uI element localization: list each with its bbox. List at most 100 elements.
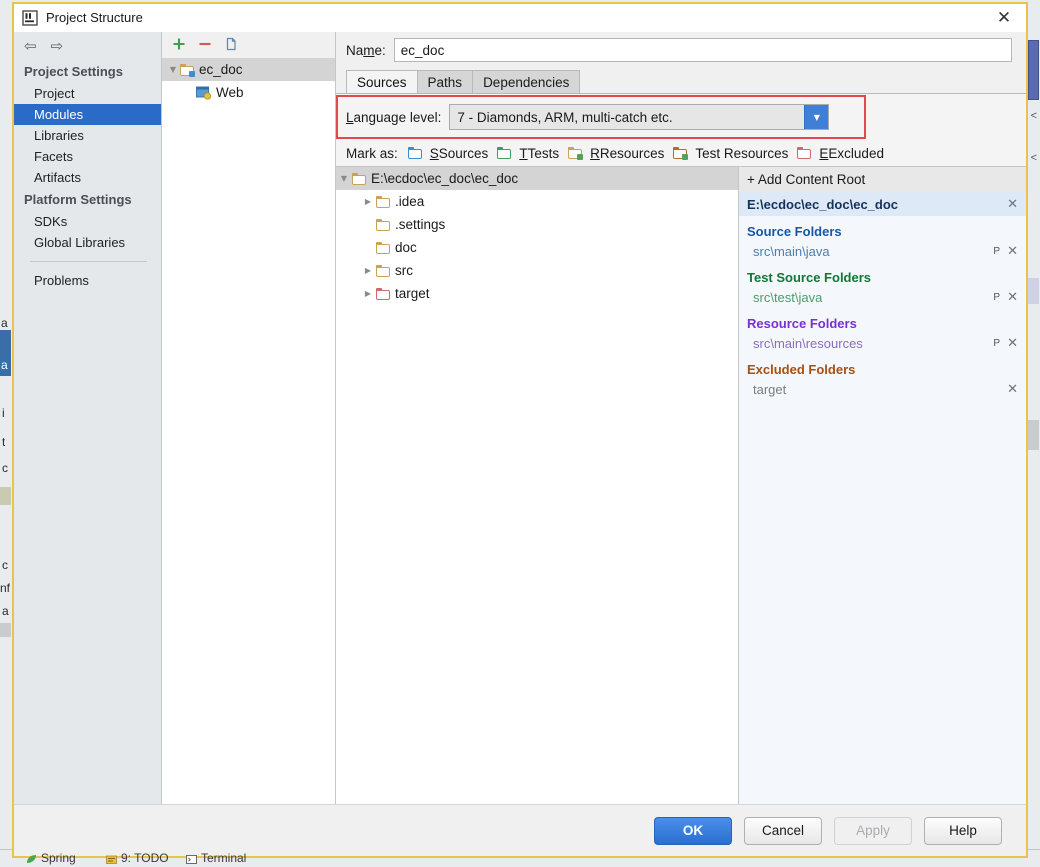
- collapse-triangle-icon[interactable]: ▼: [166, 65, 180, 74]
- tab-sources[interactable]: Sources: [346, 70, 418, 94]
- remove-content-root-icon[interactable]: ✕: [1007, 198, 1018, 211]
- modules-tree: ▼ ec_doc Web: [162, 58, 335, 804]
- sidebar-item-facets[interactable]: Facets: [14, 146, 161, 167]
- bg-highlight-block: [0, 623, 11, 637]
- resource-folder-row[interactable]: src\main\resources P ✕: [739, 332, 1026, 354]
- back-arrow-icon[interactable]: ⇦: [24, 38, 37, 54]
- file-tree-label: E:\ecdoc\ec_doc\ec_doc: [371, 171, 519, 186]
- sidebar-item-modules[interactable]: Modules: [14, 104, 161, 125]
- status-item-todo[interactable]: 9: TODO: [121, 851, 169, 865]
- file-tree-row-target[interactable]: ▶ target: [336, 282, 738, 305]
- language-level-label: Language level:: [346, 109, 442, 125]
- file-tree-row-doc[interactable]: doc: [336, 236, 738, 259]
- tab-paths[interactable]: Paths: [416, 70, 474, 94]
- editor-scrollbar-thumb[interactable]: [1028, 40, 1039, 100]
- excluded-folder-row[interactable]: target ✕: [739, 378, 1026, 400]
- module-label: ec_doc: [199, 62, 243, 77]
- resource-folder-path: src\main\resources: [753, 335, 863, 351]
- status-item-spring[interactable]: Spring: [41, 851, 76, 865]
- cancel-button[interactable]: Cancel: [744, 816, 822, 845]
- mark-as-resources-button[interactable]: RResources: [568, 146, 664, 161]
- intellij-logo-icon: [22, 9, 38, 26]
- source-folder-row[interactable]: src\main\java P ✕: [739, 240, 1026, 262]
- status-item-terminal[interactable]: Terminal: [201, 851, 246, 865]
- content-root-path: E:\ecdoc\ec_doc\ec_doc: [747, 196, 899, 212]
- file-tree-label: .idea: [395, 194, 425, 209]
- close-icon[interactable]: ✕: [990, 7, 1018, 29]
- web-facet-icon: [196, 86, 212, 100]
- expand-triangle-icon[interactable]: ▼: [336, 174, 352, 183]
- tab-dependencies[interactable]: Dependencies: [472, 70, 581, 94]
- excluded-folder-icon: [797, 147, 812, 159]
- add-module-icon[interactable]: [172, 37, 186, 53]
- file-tree-label: doc: [395, 240, 417, 255]
- file-tree-row-settings[interactable]: .settings: [336, 213, 738, 236]
- bg-fragment: c: [2, 558, 8, 572]
- dialog-body: ⇦ ⇨ Project Settings Project Modules Lib…: [14, 32, 1026, 804]
- folder-icon: [376, 218, 390, 231]
- todo-icon: [106, 853, 117, 864]
- mark-as-tests-label: Tests: [527, 145, 560, 161]
- help-button[interactable]: Help: [924, 816, 1002, 845]
- add-content-root-button[interactable]: + Add Content Root: [739, 167, 1026, 192]
- expand-triangle-icon[interactable]: ▶: [360, 266, 376, 275]
- bg-fragment: i: [2, 406, 5, 420]
- mark-as-test-resources-button[interactable]: Test Resources: [673, 146, 788, 161]
- expand-triangle-icon[interactable]: ▶: [360, 289, 376, 298]
- folder-properties-icon[interactable]: P: [993, 246, 1000, 257]
- chevron-down-icon[interactable]: ▼: [804, 105, 829, 129]
- sidebar-item-libraries[interactable]: Libraries: [14, 125, 161, 146]
- remove-folder-icon[interactable]: ✕: [1007, 291, 1018, 304]
- module-tree-item-ec-doc[interactable]: ▼ ec_doc: [162, 58, 335, 81]
- spring-leaf-icon: [26, 853, 37, 864]
- content-area: ▼ E:\ecdoc\ec_doc\ec_doc ▶ .idea .settin…: [336, 166, 1026, 804]
- bg-highlight-block: [0, 487, 11, 505]
- expand-triangle-icon[interactable]: ▶: [360, 197, 376, 206]
- sidebar-item-problems[interactable]: Problems: [14, 270, 161, 291]
- module-label: Web: [216, 85, 244, 100]
- mark-as-tests-button[interactable]: TTests: [497, 146, 559, 161]
- sources-folder-icon: [407, 147, 422, 159]
- remove-folder-icon[interactable]: ✕: [1007, 245, 1018, 258]
- bg-fragment: c: [2, 461, 8, 475]
- file-tree-label: target: [395, 286, 430, 301]
- mark-as-label: Mark as:: [346, 145, 398, 161]
- sidebar-item-artifacts[interactable]: Artifacts: [14, 167, 161, 188]
- sidebar-item-global-libraries[interactable]: Global Libraries: [14, 232, 161, 253]
- sidebar-item-project[interactable]: Project: [14, 83, 161, 104]
- editor-marker-chevron-icon: <: [1030, 110, 1037, 122]
- mark-as-test-resources-label: Test Resources: [695, 145, 789, 161]
- language-level-value: 7 - Diamonds, ARM, multi-catch etc.: [457, 109, 673, 125]
- source-folders-title: Source Folders: [747, 224, 842, 239]
- editor-gutter-mark: [1027, 420, 1039, 450]
- mark-as-excluded-button[interactable]: EExcluded: [797, 146, 884, 161]
- module-editor-pane: Name: Sources Paths Dependencies Languag…: [336, 32, 1026, 804]
- sidebar-group-project-settings: Project Settings: [24, 64, 123, 79]
- file-tree-row-idea[interactable]: ▶ .idea: [336, 190, 738, 213]
- language-level-dropdown[interactable]: 7 - Diamonds, ARM, multi-catch etc. ▼: [449, 104, 830, 130]
- sidebar-item-sdks[interactable]: SDKs: [14, 211, 161, 232]
- test-source-folder-row[interactable]: src\test\java P ✕: [739, 286, 1026, 308]
- sidebar-nav-arrows: ⇦ ⇨: [14, 32, 161, 60]
- module-tree-item-web[interactable]: Web: [162, 81, 335, 104]
- ok-button[interactable]: OK: [654, 816, 732, 845]
- folder-icon: [376, 264, 390, 277]
- module-folder-icon: [180, 63, 195, 77]
- remove-folder-icon[interactable]: ✕: [1007, 337, 1018, 350]
- modules-panel: ▼ ec_doc Web: [162, 32, 336, 804]
- forward-arrow-icon[interactable]: ⇨: [51, 38, 64, 54]
- remove-folder-icon[interactable]: ✕: [1007, 383, 1018, 396]
- remove-module-icon[interactable]: [198, 37, 212, 53]
- file-tree-row-root[interactable]: ▼ E:\ecdoc\ec_doc\ec_doc: [336, 167, 738, 190]
- module-name-input[interactable]: [393, 38, 1012, 62]
- apply-button: Apply: [834, 816, 912, 845]
- excluded-folders-title: Excluded Folders: [747, 362, 856, 377]
- ide-status-bar-items: Spring 9: TODO Terminal: [0, 849, 1040, 867]
- folder-properties-icon[interactable]: P: [993, 338, 1000, 349]
- file-tree-row-src[interactable]: ▶ src: [336, 259, 738, 282]
- content-root-header[interactable]: E:\ecdoc\ec_doc\ec_doc ✕: [739, 192, 1026, 216]
- folder-properties-icon[interactable]: P: [993, 292, 1000, 303]
- mark-as-sources-button[interactable]: SSources: [407, 146, 488, 161]
- bg-fragment: a: [2, 604, 9, 618]
- copy-module-icon[interactable]: [224, 37, 238, 53]
